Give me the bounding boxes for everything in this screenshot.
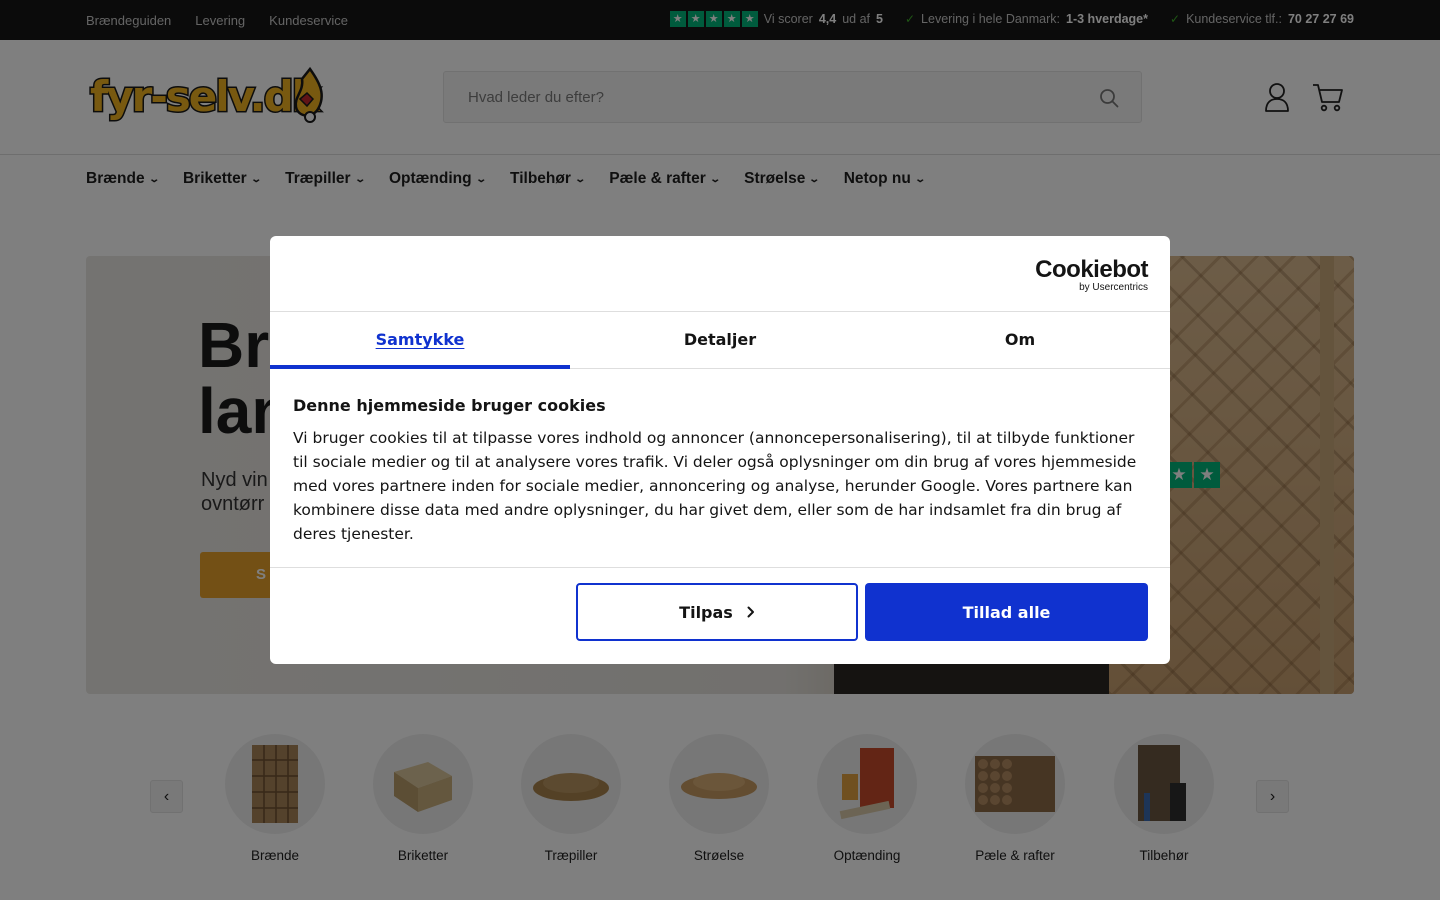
customize-button[interactable]: Tilpas	[576, 583, 858, 641]
tab-om[interactable]: Om	[870, 312, 1170, 368]
allow-all-button[interactable]: Tillad alle	[865, 583, 1148, 641]
cookie-divider	[270, 567, 1170, 568]
cookie-consent-dialog: Cookiebot by Usercentrics Samtykke Detal…	[270, 236, 1170, 664]
cookiebot-brand: Cookiebot	[1035, 256, 1148, 283]
cookiebot-brand-sub: by Usercentrics	[1079, 282, 1148, 293]
cookie-tabs: Samtykke Detaljer Om	[270, 311, 1170, 369]
cookie-heading: Denne hjemmeside bruger cookies	[293, 396, 606, 415]
customize-label: Tilpas	[679, 602, 733, 622]
cookiebot-logo[interactable]: Cookiebot by Usercentrics	[1035, 258, 1148, 294]
cookie-description: Vi bruger cookies til at tilpasse vores …	[293, 429, 1137, 543]
chevron-right-icon	[747, 606, 754, 618]
tab-samtykke[interactable]: Samtykke	[270, 312, 570, 369]
tab-detaljer[interactable]: Detaljer	[570, 312, 870, 368]
